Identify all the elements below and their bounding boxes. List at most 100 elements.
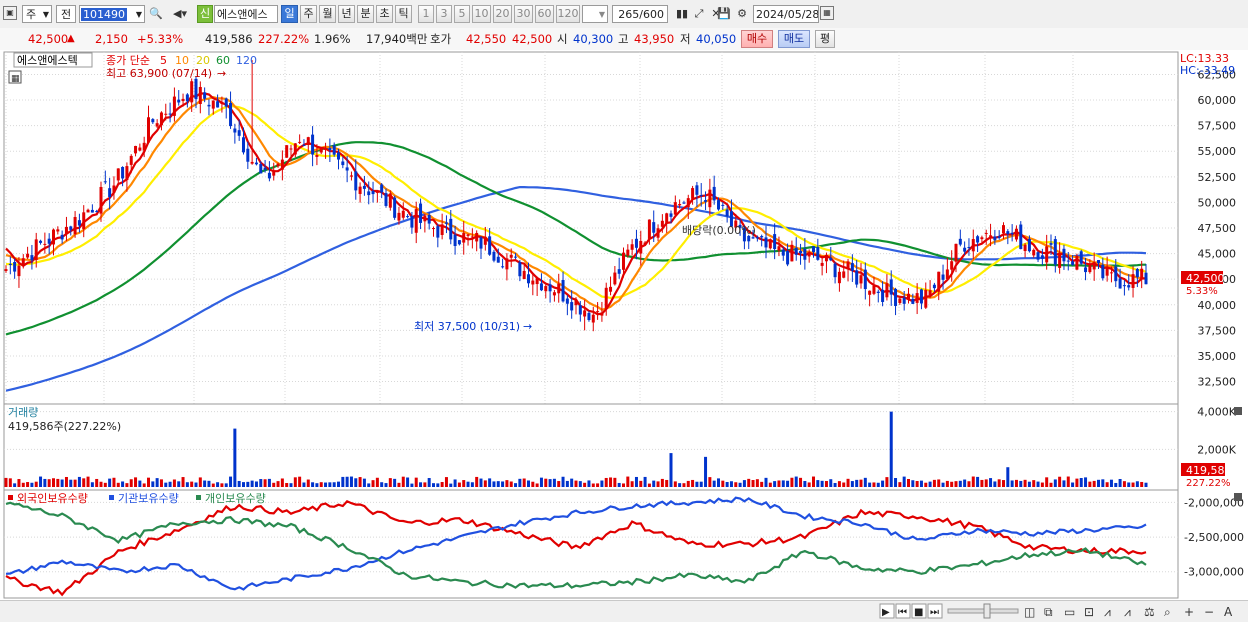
volume-bar [725, 481, 729, 487]
volume-bar [86, 476, 90, 487]
volume-dropdown-icon[interactable]: ◀▾ [166, 6, 194, 22]
volume-bar [570, 478, 574, 487]
interval-1[interactable]: 1 [418, 5, 434, 23]
volume-bar [1053, 479, 1057, 487]
legend-ma60[interactable]: 60 [216, 54, 230, 67]
interval-120[interactable]: 120 [556, 5, 580, 23]
new-badge: 신 [197, 5, 213, 23]
scroll-button-icon: ⏮ [898, 607, 907, 618]
period-day[interactable]: 일 [281, 5, 298, 23]
candle-down [194, 78, 198, 100]
open-label: 시 [557, 32, 568, 46]
candle-up [1131, 274, 1135, 288]
gear-icon[interactable]: ⚙ [734, 6, 750, 22]
code-type-button[interactable]: 전 [56, 5, 76, 23]
volume-bar [229, 476, 233, 487]
interval-30[interactable]: 30 [514, 5, 533, 23]
calendar-icon[interactable]: ▦ [820, 6, 834, 20]
quote-status-bar: 42,500 ▲ 2,150 +5.33% 419,586 227.22% 1.… [0, 28, 1248, 51]
interval-5[interactable]: 5 [454, 5, 470, 23]
window-menu-icon[interactable]: ▣ [3, 6, 17, 20]
volume-bar [185, 482, 189, 487]
period-month[interactable]: 월 [319, 5, 336, 23]
volume-bar [634, 476, 638, 487]
period-week[interactable]: 주 [300, 5, 317, 23]
candle-up [52, 229, 55, 245]
price-axis-label: 37,500 [1198, 324, 1237, 337]
candle-down [932, 284, 936, 289]
period-minute[interactable]: 분 [357, 5, 374, 23]
volume-bar [108, 478, 112, 487]
period-year[interactable]: 년 [338, 5, 355, 23]
legend-ma120[interactable]: 120 [236, 54, 257, 67]
volume-bar [669, 453, 673, 487]
market-select[interactable]: 주 ▼ [22, 5, 52, 23]
volume-bar [246, 481, 250, 487]
legend-individual[interactable]: 개인보유수량 [205, 492, 266, 505]
sell-button[interactable]: 매도 [778, 30, 810, 48]
vol-last-pct: 227.22% [1186, 478, 1231, 489]
custom-interval-select[interactable]: ▼ [582, 5, 608, 23]
volume-bar [1032, 480, 1036, 487]
stock-code-input[interactable]: 101490 ▼ [79, 5, 145, 23]
candle-down [699, 195, 703, 197]
period-tick[interactable]: 틱 [395, 5, 412, 23]
search-icon[interactable]: 🔍 [148, 6, 164, 22]
volume-axis-label: 2,000K [1197, 443, 1236, 456]
volume-bar [155, 478, 159, 487]
candle-down [332, 145, 336, 155]
candle-down [561, 280, 565, 302]
data-count-field[interactable]: 265/600 [612, 5, 668, 23]
eval-button[interactable]: 평 [815, 30, 835, 48]
x-axis-label: 02 [816, 601, 830, 602]
save-icon[interactable]: 💾 [716, 6, 732, 22]
candle-up [147, 117, 150, 143]
candle-down [1019, 224, 1023, 250]
candle-up [423, 215, 427, 222]
chart-area[interactable]: 62,500 60,000 57,500 55,000 52,500 50,000 47,5… [0, 50, 1248, 600]
volume-bar [1006, 467, 1010, 487]
candle-up [164, 113, 168, 115]
candle-up [1032, 249, 1036, 256]
candle-down [13, 262, 17, 272]
candle-down [185, 94, 189, 102]
candle-up [945, 269, 949, 280]
chart-tool-icon[interactable]: ⤢ [691, 6, 707, 22]
interval-60[interactable]: 60 [535, 5, 554, 23]
volume-bar [293, 477, 297, 487]
date-field[interactable]: 2024/05/28 [753, 5, 819, 23]
legend-foreign[interactable]: 외국인보유수량 [17, 492, 88, 505]
x-axis-label: 12 [641, 601, 655, 602]
candle-down [345, 167, 349, 171]
volume-bar [993, 481, 997, 487]
candle-down [444, 222, 448, 224]
period-second[interactable]: 초 [376, 5, 393, 23]
candle-up [557, 283, 561, 294]
buy-button[interactable]: 매수 [741, 30, 773, 48]
stock-chart-svg[interactable]: 62,50060,00057,50055,00052,50050,00047,5… [0, 50, 1248, 600]
candle-down [1010, 232, 1014, 235]
candle-down [151, 119, 155, 123]
legend-ma5[interactable]: 5 [160, 54, 167, 67]
volume-bar [738, 482, 742, 487]
candle-down [1036, 252, 1040, 260]
volume-value-label: 419,586주(227.22%) [8, 420, 121, 433]
legend-institution[interactable]: 기관보유수량 [118, 492, 179, 505]
candle-down [1135, 268, 1139, 278]
volume-close-icon[interactable] [1234, 407, 1242, 415]
candle-up [1075, 255, 1079, 270]
legend-ma10[interactable]: 10 [175, 54, 189, 67]
candle-down [652, 222, 656, 233]
interval-20[interactable]: 20 [493, 5, 512, 23]
interval-3[interactable]: 3 [436, 5, 452, 23]
candle-up [272, 170, 276, 176]
volume-bar [1045, 477, 1049, 487]
volume-bar [466, 481, 470, 487]
legend-ma20[interactable]: 20 [196, 54, 210, 67]
candle-type-icon[interactable]: ▮▮ [674, 6, 690, 22]
candle-down [302, 144, 306, 146]
holding-close-icon[interactable] [1234, 493, 1242, 501]
interval-10[interactable]: 10 [472, 5, 491, 23]
candle-up [155, 123, 159, 127]
candle-up [466, 234, 470, 236]
